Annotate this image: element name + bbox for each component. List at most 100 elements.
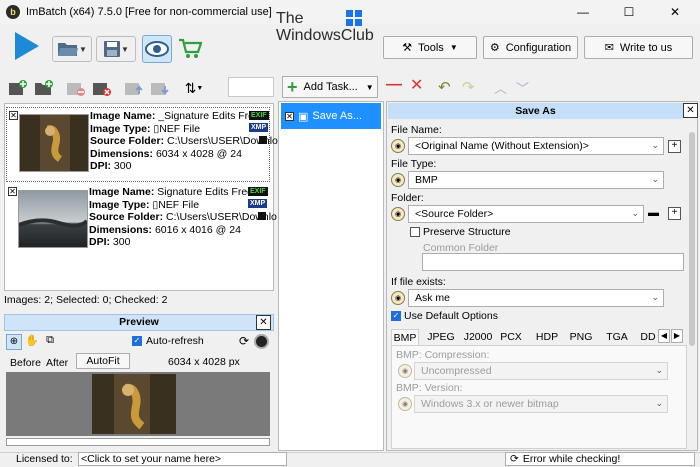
tab-tga[interactable]: TGA [604,329,630,345]
if-exists-macro-icon[interactable]: ◉ [391,291,405,305]
browse-folder-icon[interactable]: ▬ [648,207,662,219]
image-dpi: 300 [112,236,131,249]
zoom-icon[interactable]: ⊕ [6,334,22,350]
version-macro-icon: ◉ [398,397,412,411]
filename-dropdown-icon: ⌄ [651,140,659,150]
add-task-button[interactable]: + Add Task... ▼ [282,76,378,98]
preview-canvas [6,372,270,436]
dimensions-label: Dimensions: [89,223,153,236]
task-down-icon[interactable]: ﹀ [516,78,536,96]
after-tab[interactable]: After [46,357,68,369]
filetype-select[interactable]: BMP ⌄ [408,171,664,189]
filetype-label: File Type: [391,158,437,170]
tab-jpeg[interactable]: JPEG [426,329,456,345]
tab-j2000[interactable]: J2000 [462,329,494,345]
before-tab[interactable]: Before [10,357,41,369]
close-preview-button[interactable]: ✕ [256,315,271,330]
move-up-image-button[interactable] [122,76,146,100]
item-checkbox[interactable]: ✕ [9,111,18,120]
tab-dds[interactable]: DD [640,329,656,345]
move-down-image-button[interactable] [148,76,172,100]
dpi-label: DPI: [90,160,111,173]
add-folder-button[interactable] [32,76,56,100]
common-folder-input[interactable] [422,253,684,271]
gear-icon: ⚙ [489,42,500,54]
folder-dropdown-icon: ⌄ [631,208,639,218]
filetype-macro-icon[interactable]: ◉ [391,173,405,187]
undo-icon[interactable]: ↶ [438,78,458,96]
preview-scrollbar[interactable] [6,438,270,446]
save-button[interactable]: ▼ [96,36,136,62]
license-name-button[interactable]: <Click to set your name here> [78,452,287,466]
hand-icon[interactable]: ✋ [24,334,40,350]
tools-button[interactable]: ⚒ Tools ▼ [383,36,477,59]
redo-icon[interactable]: ↷ [462,78,482,96]
image-search-input[interactable] [228,77,274,97]
folder-add-button[interactable]: + [668,207,681,220]
folder-input[interactable]: <Source Folder> ⌄ [408,205,644,223]
task-checkbox[interactable]: ✕ [285,111,294,121]
preserve-structure-checkbox[interactable] [410,227,420,237]
open-button[interactable]: ▼ [52,36,92,62]
compare-icon[interactable] [254,334,269,349]
name-label: Image Name: [89,186,155,198]
icc-icon [259,136,267,144]
add-images-button[interactable] [6,76,30,100]
tab-scroll-right-icon[interactable]: ▶ [671,329,683,343]
remove-image-icon [67,83,85,96]
fit-icon[interactable]: ⧉ [42,334,58,350]
tab-png[interactable]: PNG [568,329,594,345]
xmp-badge: XMP [249,123,269,132]
task-list [278,101,384,451]
autorefresh-checkbox[interactable]: ✓ [132,336,142,346]
icc-icon [258,212,266,220]
compression-value: Uncompressed [421,365,492,377]
item-checkbox[interactable]: ✕ [8,187,17,196]
filetype-value: BMP [415,174,438,186]
filename-add-button[interactable]: + [668,140,681,153]
run-button[interactable] [8,28,44,64]
filename-input[interactable]: <Original Name (Without Extension)> ⌄ [408,137,664,155]
tab-pcx[interactable]: PCX [498,329,524,345]
dimensions-label: Dimensions: [90,147,154,160]
if-exists-select[interactable]: Ask me ⌄ [408,289,664,307]
tab-scroll-left-icon[interactable]: ◀ [658,329,670,343]
add-task-label: Add Task... [303,81,358,93]
task-item-save-as[interactable]: ✕ ▣ Save As... [281,103,381,129]
image-type: NEF File [159,122,201,135]
sort-button[interactable]: ⇅ ▼ [178,76,210,100]
delete-task-icon[interactable]: ✕ [410,78,426,94]
configuration-button[interactable]: ⚙ Configuration [483,36,578,59]
autofit-button[interactable]: AutoFit [76,353,130,369]
compression-dropdown-icon: ⌄ [655,365,663,375]
remove-all-button[interactable] [90,76,114,100]
folder-macro-icon[interactable]: ◉ [391,207,405,221]
close-window-button[interactable]: ✕ [652,0,698,24]
image-list-item[interactable]: ✕ Image Name: _Signature Edits Free Imag… [6,107,278,182]
default-options-checkbox[interactable]: ✓ [391,311,401,321]
refresh-icon[interactable]: ⟳ [236,334,252,350]
remove-all-icon [93,83,111,96]
minimize-button[interactable]: — [560,0,606,24]
refresh-status-icon: ⟳ [510,453,519,465]
remove-task-icon[interactable]: — [386,77,402,94]
tab-bmp[interactable]: BMP [391,329,419,345]
update-status[interactable]: ⟳ Error while checking! [505,452,695,466]
task-up-icon[interactable]: ︿ [494,78,514,96]
tab-hdp[interactable]: HDP [534,329,560,345]
preview-toggle-button[interactable] [142,35,172,63]
buy-button[interactable] [176,36,204,62]
write-to-us-button[interactable]: ✉ Write to us [584,36,693,59]
open-dropdown-icon[interactable]: ▼ [79,45,87,54]
image-list-item[interactable]: ✕ Image Name: Signature Edits Free Image… [6,184,277,259]
sort-dropdown-icon: ▼ [196,84,204,92]
remove-image-button[interactable] [64,76,88,100]
maximize-button[interactable]: ☐ [606,0,652,24]
save-dropdown-icon[interactable]: ▼ [121,45,129,54]
save-as-scrollbar[interactable] [689,132,695,346]
app-icon: b [6,5,20,19]
exif-badge: EXIF [249,111,269,120]
compression-label: BMP: Compression: [396,349,490,361]
close-save-as-button[interactable]: ✕ [683,103,698,118]
filename-macro-icon[interactable]: ◉ [391,139,405,153]
